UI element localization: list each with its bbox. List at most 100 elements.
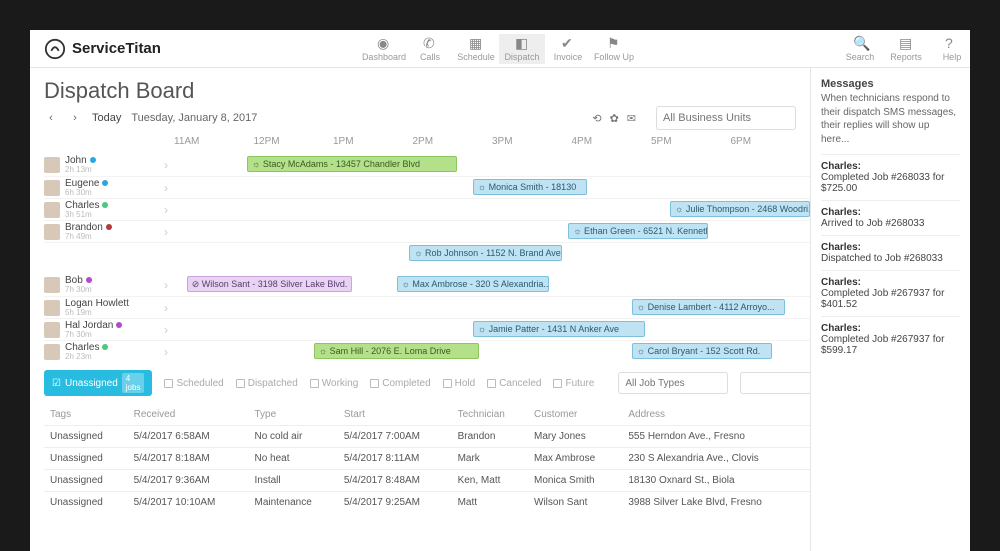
nav-dispatch[interactable]: ◧Dispatch [499, 34, 545, 64]
prev-day-button[interactable]: ‹ [44, 111, 58, 125]
jobtype-select[interactable] [618, 372, 728, 394]
tech-name: Charles [65, 343, 108, 353]
checkbox-icon: ☑ [52, 378, 61, 389]
nav-invoice[interactable]: ✔Invoice [545, 34, 591, 64]
tech-row: Hal Jordan7h 30m› ☼ Jamie Patter - 1431 N… [44, 318, 810, 340]
job-block[interactable]: ☼ Denise Lambert - 4112 Arroyo... [632, 299, 785, 315]
job-block[interactable]: ☼ Sam Hill - 2076 E. Loma Drive [314, 343, 479, 359]
tech-name: Logan Howlett [65, 299, 129, 309]
timeline-lane[interactable]: ☼ Julie Thompson - 2468 Woodri.. [174, 199, 810, 220]
tech-cell[interactable]: John2h 13m› [44, 156, 174, 174]
nav-follow-up[interactable]: ⚑Follow Up [591, 34, 637, 64]
chevron-right-icon: › [164, 278, 168, 292]
chevron-right-icon: › [164, 345, 168, 359]
message-item[interactable]: Charles:Dispatched to Job #268033 [821, 235, 960, 270]
filter-scheduled[interactable]: Scheduled [164, 378, 223, 389]
timeline-lane[interactable]: ☼ Denise Lambert - 4112 Arroyo... [174, 297, 810, 318]
business-unit-select[interactable] [656, 106, 796, 130]
tech-cell[interactable]: Logan Howlett5h 19m› [44, 299, 174, 317]
timeline-lane[interactable]: ☼ Monica Smith - 18130 [174, 177, 810, 198]
nav-dashboard[interactable]: ◉Dashboard [361, 34, 407, 64]
checkbox-icon [164, 379, 173, 388]
job-block[interactable]: ⊘ Wilson Sant - 3198 Silver Lake Blvd. [187, 276, 352, 292]
timeline-lane[interactable]: ☼ Ethan Green - 6521 N. Kenneth... [174, 221, 810, 242]
filter-canceled[interactable]: Canceled [487, 378, 541, 389]
job-search-input[interactable] [740, 372, 810, 394]
table-row[interactable]: Unassigned5/4/2017 9:36AMInstall5/4/2017… [44, 470, 810, 492]
column-header[interactable]: Address [622, 404, 810, 426]
date-label: Tuesday, January 8, 2017 [131, 112, 257, 124]
nav-calls[interactable]: ✆Calls [407, 34, 453, 64]
chevron-right-icon: › [164, 158, 168, 172]
date-nav: ‹ › Today Tuesday, January 8, 2017 ⟲ ✿ ✉ [44, 106, 810, 130]
checkbox-icon [487, 379, 496, 388]
gear-icon[interactable]: ✿ [610, 112, 619, 125]
column-header[interactable]: Technician [452, 404, 528, 426]
job-block[interactable]: ☼ Ethan Green - 6521 N. Kenneth... [568, 223, 708, 239]
column-header[interactable]: Tags [44, 404, 128, 426]
status-dot [102, 344, 108, 350]
table-row[interactable]: Unassigned5/4/2017 10:10AMMaintenance5/4… [44, 492, 810, 514]
message-item[interactable]: Charles:Arrived to Job #268033 [821, 200, 960, 235]
column-header[interactable]: Type [249, 404, 338, 426]
nav-help[interactable]: ?Help [929, 34, 970, 64]
flag-icon: ⚑ [607, 36, 621, 50]
tech-cell[interactable]: Bob7h 30m› [44, 276, 174, 294]
avatar [44, 157, 60, 173]
filter-future[interactable]: Future [553, 378, 594, 389]
refresh-icon[interactable]: ⟲ [592, 112, 601, 125]
filter-completed[interactable]: Completed [370, 378, 430, 389]
chevron-right-icon: › [164, 301, 168, 315]
filter-hold[interactable]: Hold [443, 378, 476, 389]
nav-search[interactable]: 🔍Search [837, 34, 883, 64]
tech-row: Charles3h 51m› ☼ Julie Thompson - 2468 Wo… [44, 198, 810, 220]
message-item[interactable]: Charles:Completed Job #267937 for $401.5… [821, 270, 960, 316]
table-row[interactable]: Unassigned5/4/2017 8:18AMNo heat5/4/2017… [44, 448, 810, 470]
page-title: Dispatch Board [44, 78, 810, 104]
table-row[interactable]: Unassigned5/4/2017 6:58AMNo cold air5/4/… [44, 426, 810, 448]
mail-icon[interactable]: ✉ [627, 112, 636, 125]
message-item[interactable]: Charles:Completed Job #267937 for $599.1… [821, 316, 960, 362]
job-filters: ☑ Unassigned 4 jobs Scheduled Dispatched W… [44, 362, 810, 404]
dispatch-board: 11AM12PM1PM2PM3PM4PM5PM6PM John2h 13m›☼ … [44, 136, 810, 362]
status-dot [102, 202, 108, 208]
timeline-lane[interactable]: ☼ Rob Johnson - 1152 N. Brand Ave [174, 243, 810, 264]
tech-row: Bob7h 30m›⊘ Wilson Sant - 3198 Silver La… [44, 274, 810, 296]
chevron-right-icon: › [164, 225, 168, 239]
tech-cell[interactable]: Brandon7h 49m› [44, 223, 174, 241]
today-label[interactable]: Today [92, 112, 121, 124]
tech-cell[interactable]: Hal Jordan7h 30m› [44, 321, 174, 339]
tech-cell[interactable]: Charles3h 51m› [44, 201, 174, 219]
status-dot [90, 157, 96, 163]
messages-panel: Messages When technicians respond to the… [810, 68, 970, 551]
hour-column: 6PM [731, 136, 811, 154]
job-block[interactable]: ☼ Jamie Patter - 1431 N Anker Ave [473, 321, 645, 337]
logo: ServiceTitan [44, 38, 161, 60]
timeline-lane[interactable]: ☼ Jamie Patter - 1431 N Anker Ave [174, 319, 810, 340]
tech-cell[interactable]: Charles2h 23m› [44, 343, 174, 361]
job-block[interactable]: ☼ Julie Thompson - 2468 Woodri.. [670, 201, 810, 217]
avatar [44, 180, 60, 196]
timeline-lane[interactable]: ☼ Sam Hill - 2076 E. Loma Drive ☼ Carol B… [174, 341, 810, 362]
filter-unassigned[interactable]: ☑ Unassigned 4 jobs [44, 370, 152, 396]
nav-schedule[interactable]: ▦Schedule [453, 34, 499, 64]
timeline-lane[interactable]: ☼ Stacy McAdams - 13457 Chandler Blvd [174, 154, 810, 176]
job-block[interactable]: ☼ Monica Smith - 18130 [473, 179, 587, 195]
timeline-lane[interactable]: ⊘ Wilson Sant - 3198 Silver Lake Blvd. ☼ … [174, 274, 810, 296]
filter-dispatched[interactable]: Dispatched [236, 378, 298, 389]
job-block[interactable]: ☼ Carol Bryant - 152 Scott Rd. [632, 343, 772, 359]
job-block[interactable]: ☼ Max Ambrose - 320 S Alexandria... [397, 276, 550, 292]
column-header[interactable]: Customer [528, 404, 622, 426]
column-header[interactable]: Received [128, 404, 249, 426]
avatar [44, 224, 60, 240]
nav-reports[interactable]: ▤Reports [883, 34, 929, 64]
column-header[interactable]: Start [338, 404, 452, 426]
tech-row: Charles2h 23m›☼ Sam Hill - 2076 E. Loma … [44, 340, 810, 362]
message-item[interactable]: Charles:Completed Job #268033 for $725.0… [821, 154, 960, 200]
tech-cell[interactable]: Eugene6h 30m› [44, 179, 174, 197]
job-block[interactable]: ☼ Rob Johnson - 1152 N. Brand Ave [409, 245, 562, 261]
filter-working[interactable]: Working [310, 378, 359, 389]
dashboard-icon: ◉ [377, 36, 391, 50]
next-day-button[interactable]: › [68, 111, 82, 125]
job-block[interactable]: ☼ Stacy McAdams - 13457 Chandler Blvd [247, 156, 457, 172]
